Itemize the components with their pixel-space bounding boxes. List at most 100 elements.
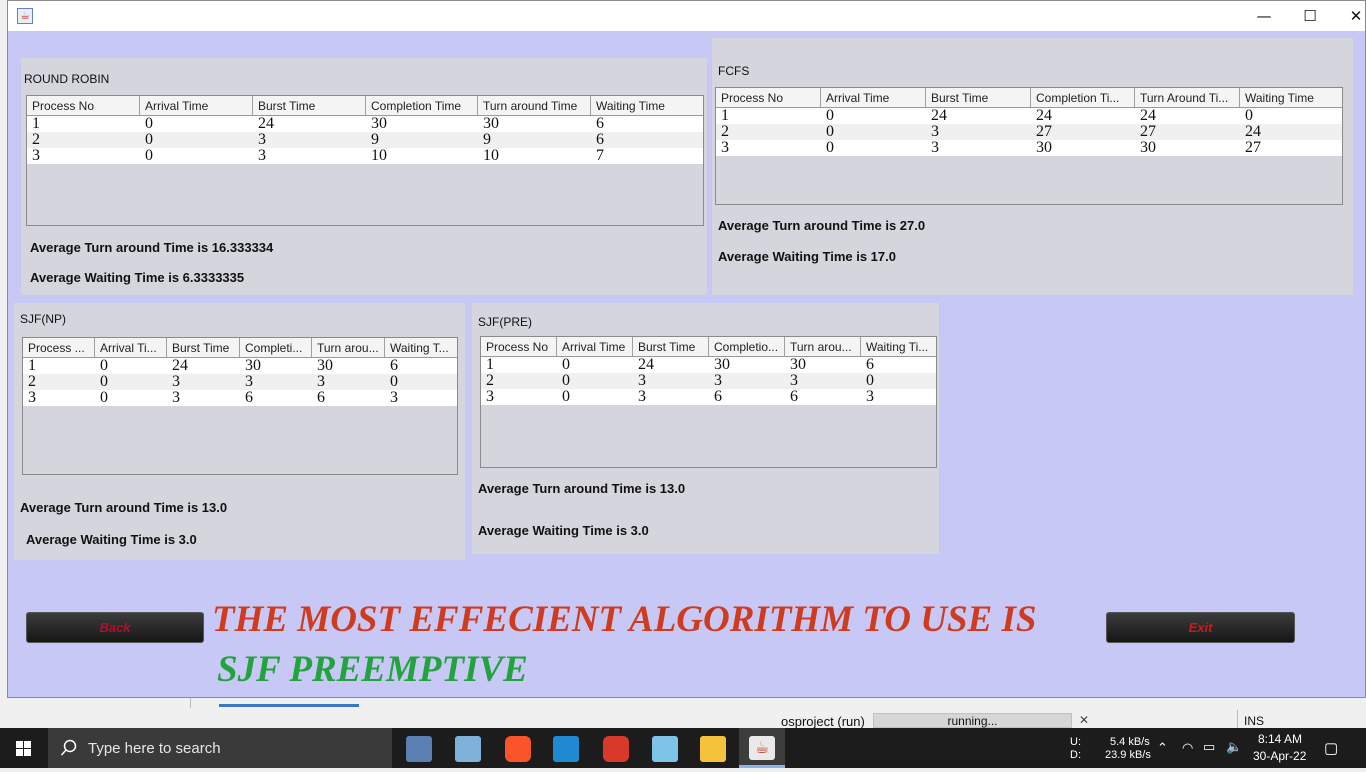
- table-cell: 3: [258, 132, 266, 148]
- table-header: Process No Arrival Time Burst Time Compl…: [716, 88, 1342, 108]
- column-header[interactable]: Burst Time: [633, 337, 709, 356]
- round-robin-table[interactable]: Process No Arrival Time Burst Time Compl…: [26, 95, 704, 226]
- table-row[interactable]: 1 0 24 30 30 6: [23, 358, 457, 374]
- table-cell: 3: [790, 373, 798, 389]
- clock-time[interactable]: 8:14 AM: [1258, 732, 1302, 746]
- table-cell: 3: [258, 148, 266, 164]
- table-cell: 6: [596, 132, 604, 148]
- virtualbox-icon[interactable]: [652, 736, 678, 762]
- table-cell: 1: [28, 358, 36, 374]
- table-cell: 24: [1036, 108, 1052, 124]
- table-row[interactable]: 1 0 24 30 30 6: [27, 116, 703, 132]
- column-header[interactable]: Process No: [481, 337, 557, 356]
- table-cell: 3: [28, 390, 36, 406]
- table-row[interactable]: 3 0 3 30 30 27: [716, 140, 1342, 156]
- title-bar[interactable]: ☕ — ☐ ✕: [8, 1, 1365, 31]
- table-cell: 24: [172, 358, 188, 374]
- column-header[interactable]: Burst Time: [926, 88, 1031, 107]
- table-cell: 9: [371, 132, 379, 148]
- table-cell: 30: [245, 358, 261, 374]
- table-cell: 3: [638, 373, 646, 389]
- table-row[interactable]: 3 0 3 6 6 3: [481, 389, 936, 405]
- column-header[interactable]: Turn around Time: [478, 96, 591, 115]
- column-header[interactable]: Process No: [716, 88, 821, 107]
- column-header[interactable]: Turn arou...: [312, 338, 385, 357]
- brave-browser-icon[interactable]: [505, 736, 531, 762]
- table-cell: 9: [483, 132, 491, 148]
- table-cell: 24: [1140, 108, 1156, 124]
- column-header[interactable]: Process No: [27, 96, 140, 115]
- fcfs-avg-waiting: Average Waiting Time is 17.0: [718, 249, 896, 264]
- column-header[interactable]: Completion Time: [366, 96, 478, 115]
- search-box[interactable]: Type here to search: [48, 728, 392, 768]
- fcfs-title: FCFS: [718, 64, 750, 78]
- brave-beta-icon[interactable]: [603, 736, 629, 762]
- table-row[interactable]: 2 0 3 3 3 0: [481, 373, 936, 389]
- column-header[interactable]: Completion Ti...: [1031, 88, 1135, 107]
- column-header[interactable]: Process ...: [23, 338, 95, 357]
- table-cell: 10: [483, 148, 499, 164]
- table-cell: 0: [826, 108, 834, 124]
- column-header[interactable]: Arrival Ti...: [95, 338, 167, 357]
- column-header[interactable]: Turn arou...: [785, 337, 861, 356]
- table-row[interactable]: 2 0 3 3 3 0: [23, 374, 457, 390]
- insert-mode-indicator: INS: [1244, 714, 1265, 728]
- cancel-run-icon[interactable]: ✕: [1079, 713, 1089, 727]
- table-row[interactable]: 1 0 24 24 24 0: [716, 108, 1342, 124]
- run-progress-bar: running...: [873, 713, 1072, 728]
- exit-button[interactable]: Exit: [1106, 612, 1295, 643]
- table-cell: 30: [714, 357, 730, 373]
- notifications-icon[interactable]: ▢: [1324, 739, 1338, 757]
- sjf-np-table[interactable]: Process ... Arrival Ti... Burst Time Com…: [22, 337, 458, 475]
- table-row[interactable]: 2 0 3 9 9 6: [27, 132, 703, 148]
- minimize-button[interactable]: —: [1241, 1, 1287, 31]
- vscode-icon[interactable]: [553, 736, 579, 762]
- table-row[interactable]: 2 0 3 27 27 24: [716, 124, 1342, 140]
- conclusion-algorithm: SJF PREEMPTIVE: [217, 649, 528, 690]
- run-label: osproject (run): [781, 714, 865, 729]
- fcfs-avg-turnaround: Average Turn around Time is 27.0: [718, 218, 926, 233]
- java-app-icon: ☕: [17, 8, 33, 24]
- table-row[interactable]: 3 0 3 10 10 7: [27, 148, 703, 164]
- column-header[interactable]: Turn Around Ti...: [1135, 88, 1240, 107]
- column-header[interactable]: Burst Time: [167, 338, 240, 357]
- table-cell: 6: [317, 390, 325, 406]
- notepad-icon[interactable]: [455, 736, 481, 762]
- network-pc-icon[interactable]: [406, 736, 432, 762]
- column-header[interactable]: Completi...: [240, 338, 312, 357]
- start-button[interactable]: [0, 728, 48, 768]
- volume-icon[interactable]: 🔈: [1226, 739, 1242, 755]
- column-header[interactable]: Waiting T...: [385, 338, 457, 357]
- wifi-icon[interactable]: ◠: [1182, 740, 1193, 756]
- table-header: Process No Arrival Time Burst Time Compl…: [27, 96, 703, 116]
- column-header[interactable]: Arrival Time: [821, 88, 926, 107]
- sjf-pre-panel: SJF(PRE) Process No Arrival Time Burst T…: [472, 303, 939, 554]
- column-header[interactable]: Waiting Time: [591, 96, 703, 115]
- column-header[interactable]: Completio...: [709, 337, 785, 356]
- table-cell: 3: [245, 374, 253, 390]
- table-cell: 3: [172, 374, 180, 390]
- sjf-pre-table[interactable]: Process No Arrival Time Burst Time Compl…: [480, 336, 937, 468]
- column-header[interactable]: Waiting Ti...: [861, 337, 936, 356]
- java-taskbar-button[interactable]: ☕: [739, 728, 785, 768]
- column-header[interactable]: Burst Time: [253, 96, 366, 115]
- file-explorer-icon[interactable]: [700, 736, 726, 762]
- table-cell: 0: [390, 374, 398, 390]
- conclusion-heading: THE MOST EFFECIENT ALGORITHM TO USE IS: [212, 599, 1037, 640]
- table-cell: 2: [32, 132, 40, 148]
- column-header[interactable]: Arrival Time: [557, 337, 633, 356]
- chevron-up-icon[interactable]: ⌃: [1157, 740, 1168, 756]
- table-cell: 0: [562, 389, 570, 405]
- clock-date[interactable]: 30-Apr-22: [1253, 749, 1306, 763]
- table-cell: 2: [721, 124, 729, 140]
- close-button[interactable]: ✕: [1333, 1, 1366, 31]
- column-header[interactable]: Waiting Time: [1240, 88, 1342, 107]
- table-cell: 7: [596, 148, 604, 164]
- maximize-button[interactable]: ☐: [1287, 1, 1333, 31]
- table-row[interactable]: 3 0 3 6 6 3: [23, 390, 457, 406]
- fcfs-table[interactable]: Process No Arrival Time Burst Time Compl…: [715, 87, 1343, 205]
- table-row[interactable]: 1 0 24 30 30 6: [481, 357, 936, 373]
- back-button[interactable]: Back: [26, 612, 204, 643]
- column-header[interactable]: Arrival Time: [140, 96, 253, 115]
- battery-icon[interactable]: ▭: [1203, 739, 1215, 755]
